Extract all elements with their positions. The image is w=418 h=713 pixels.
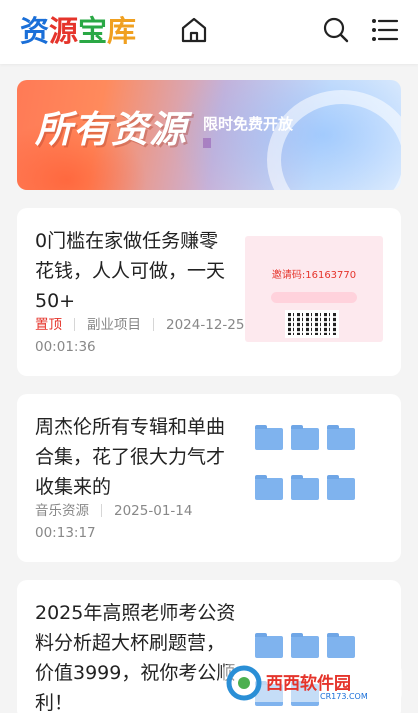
folder-icon: [291, 425, 319, 450]
logo-char-4: 库: [107, 14, 137, 48]
folder-icon: [255, 425, 283, 450]
folder-icon: [291, 475, 319, 500]
banner-subtitle: 限时免费开放: [203, 115, 294, 133]
home-icon[interactable]: [178, 14, 210, 46]
folder-icon: [291, 633, 319, 658]
article-category[interactable]: 音乐资源: [35, 503, 89, 519]
article-category[interactable]: 副业项目: [87, 317, 141, 333]
article-thumbnail[interactable]: 邀请码:16163770: [245, 236, 383, 342]
meta-divider: [153, 318, 154, 331]
article-card[interactable]: 周杰伦所有专辑和单曲合集，花了很大力气才收集来的 音乐资源 2025-01-14 …: [17, 394, 401, 562]
article-meta: 音乐资源 2025-01-14 00:13:17: [35, 500, 255, 544]
thumbnail-invite-code: 邀请码:16163770: [271, 270, 357, 281]
article-meta: 置顶 副业项目 2024-12-25 00:01:36: [35, 314, 255, 358]
meta-divider: [101, 504, 102, 517]
article-card[interactable]: 0门槛在家做任务赚零花钱，人人可做，一天50+ 置顶 副业项目 2024-12-25…: [17, 208, 401, 376]
article-title[interactable]: 2025年高照老师考公资料分析超大杯刷题营，价值3999，祝你考公顺利！: [35, 598, 237, 713]
article-title[interactable]: 周杰伦所有专辑和单曲合集，花了很大力气才收集来的: [35, 412, 237, 502]
top-bar: 资源宝库: [0, 0, 418, 64]
pinned-badge: 置顶: [35, 317, 62, 333]
watermark-name: 西西软件园: [266, 673, 351, 694]
watermark-domain: CR173.COM: [320, 692, 368, 701]
site-watermark: 西西软件园 CR173.COM: [222, 662, 402, 704]
thumbnail-button: [271, 292, 357, 303]
folder-icon: [327, 633, 355, 658]
meta-divider: [74, 318, 75, 331]
folder-icon: [327, 425, 355, 450]
banner-small-text: [203, 138, 212, 148]
banner-title: 所有资源: [35, 108, 187, 151]
promo-banner[interactable]: 所有资源 限时免费开放: [17, 80, 401, 190]
menu-icon[interactable]: [368, 14, 400, 46]
folder-icon: [255, 475, 283, 500]
thumbnail-text: [255, 256, 373, 264]
site-logo[interactable]: 资源宝库: [20, 13, 136, 49]
folder-icon: [255, 633, 283, 658]
folder-icon: [327, 475, 355, 500]
search-icon[interactable]: [320, 14, 352, 46]
article-thumbnail[interactable]: [245, 424, 383, 530]
logo-char-2: 源: [49, 14, 79, 48]
logo-char-3: 宝: [78, 14, 108, 48]
article-title[interactable]: 0门槛在家做任务赚零花钱，人人可做，一天50+: [35, 226, 237, 316]
qr-code-overlay: [285, 310, 339, 338]
logo-char-1: 资: [20, 14, 50, 48]
